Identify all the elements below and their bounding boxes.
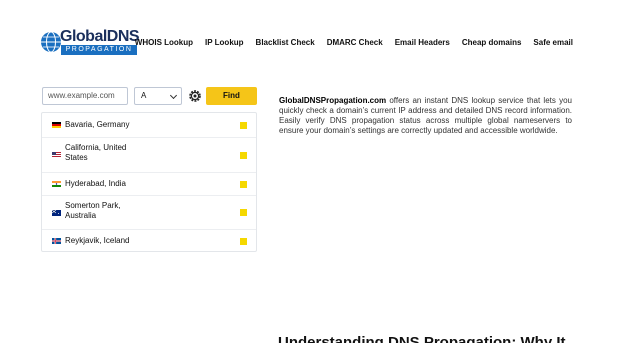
iceland-flag-icon: [52, 238, 61, 244]
logo-text: GlobalDNS: [60, 28, 140, 45]
chevron-down-icon: [169, 91, 178, 100]
result-location: Somerton Park, Australia: [65, 201, 121, 220]
nav-safe-email[interactable]: Safe email: [533, 38, 573, 47]
main-nav: WHOIS Lookup IP Lookup Blacklist Check D…: [135, 38, 573, 47]
globe-icon: [41, 31, 61, 53]
logo-subtext: PROPAGATION: [61, 45, 137, 55]
result-row: Somerton Park, Australia: [42, 196, 256, 229]
status-indicator: [240, 209, 247, 216]
domain-input[interactable]: www.example.com: [42, 87, 128, 105]
nav-dmarc-check[interactable]: DMARC Check: [327, 38, 383, 47]
result-row: California, United States: [42, 138, 256, 172]
nav-ip-lookup[interactable]: IP Lookup: [205, 38, 244, 47]
intro-description: GlobalDNSPropagation.com offers an insta…: [279, 96, 572, 136]
results-list: Bavaria, Germany California, United Stat…: [41, 112, 257, 252]
brand-name: GlobalDNSPropagation.com: [279, 96, 387, 105]
india-flag-icon: [52, 181, 61, 187]
site-logo[interactable]: GlobalDNS PROPAGATION: [40, 27, 140, 57]
record-type-select[interactable]: A: [134, 87, 182, 105]
result-row: Bavaria, Germany: [42, 113, 256, 137]
result-location: Reykjavik, Iceland: [65, 236, 130, 245]
record-type-value: A: [141, 91, 147, 100]
result-location: Bavaria, Germany: [65, 120, 130, 129]
nav-cheap-domains[interactable]: Cheap domains: [462, 38, 522, 47]
find-button[interactable]: Find: [206, 87, 257, 105]
status-indicator: [240, 181, 247, 188]
gear-icon[interactable]: [188, 89, 202, 103]
status-indicator: [240, 238, 247, 245]
nav-email-headers[interactable]: Email Headers: [395, 38, 450, 47]
result-location: California, United States: [65, 143, 127, 162]
status-indicator: [240, 122, 247, 129]
result-location: Hyderabad, India: [65, 179, 126, 188]
section-heading: Understanding DNS Propagation: Why It: [278, 334, 566, 343]
australia-flag-icon: [52, 210, 61, 216]
result-row: Reykjavik, Iceland: [42, 230, 256, 252]
usa-flag-icon: [52, 152, 61, 158]
nav-whois-lookup[interactable]: WHOIS Lookup: [135, 38, 193, 47]
result-row: Hyderabad, India: [42, 173, 256, 195]
status-indicator: [240, 152, 247, 159]
germany-flag-icon: [52, 122, 61, 128]
nav-blacklist-check[interactable]: Blacklist Check: [256, 38, 315, 47]
